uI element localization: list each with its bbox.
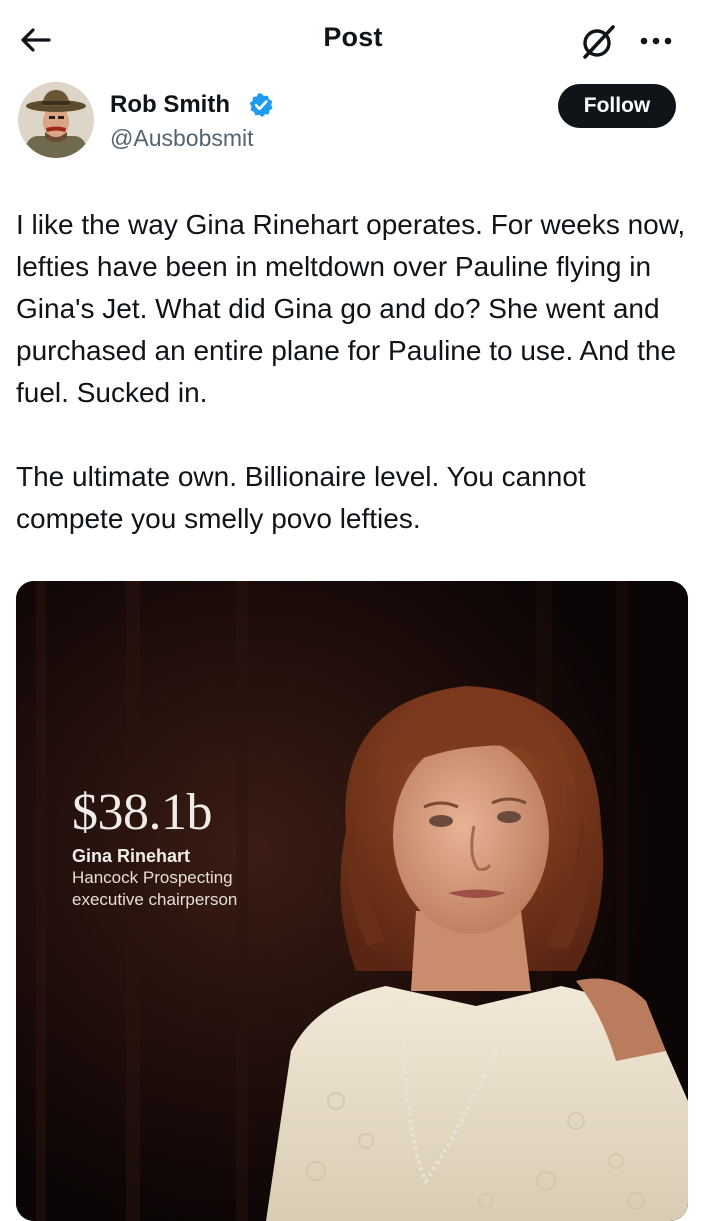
media-company: Hancock Prospecting	[72, 868, 233, 887]
post-image[interactable]: $38.1b Gina Rinehart Hancock Prospecting…	[16, 581, 688, 1221]
media-person-name: Gina Rinehart	[72, 846, 191, 866]
post-paragraph: The ultimate own. Billionaire level. You…	[16, 461, 586, 534]
media-amount: $38.1b	[72, 784, 213, 841]
media-caption: $38.1b Gina Rinehart Hancock Prospecting…	[72, 785, 237, 911]
post-paragraph: I like the way Gina Rinehart operates. F…	[16, 209, 686, 408]
grok-button[interactable]	[578, 20, 620, 62]
top-bar: Post	[0, 0, 706, 80]
verified-badge-icon	[249, 93, 273, 117]
author-name[interactable]: Rob Smith	[110, 90, 230, 120]
avatar-image	[18, 82, 94, 158]
more-dots-icon	[640, 37, 672, 45]
follow-button[interactable]: Follow	[558, 84, 676, 128]
post-text: I like the way Gina Rinehart operates. F…	[16, 204, 696, 540]
grok-slash-icon	[583, 25, 615, 59]
avatar[interactable]	[18, 82, 94, 158]
author-handle[interactable]: @Ausbobsmit	[110, 124, 254, 152]
more-options-button[interactable]	[636, 26, 676, 56]
media-role: executive chairperson	[72, 890, 238, 909]
